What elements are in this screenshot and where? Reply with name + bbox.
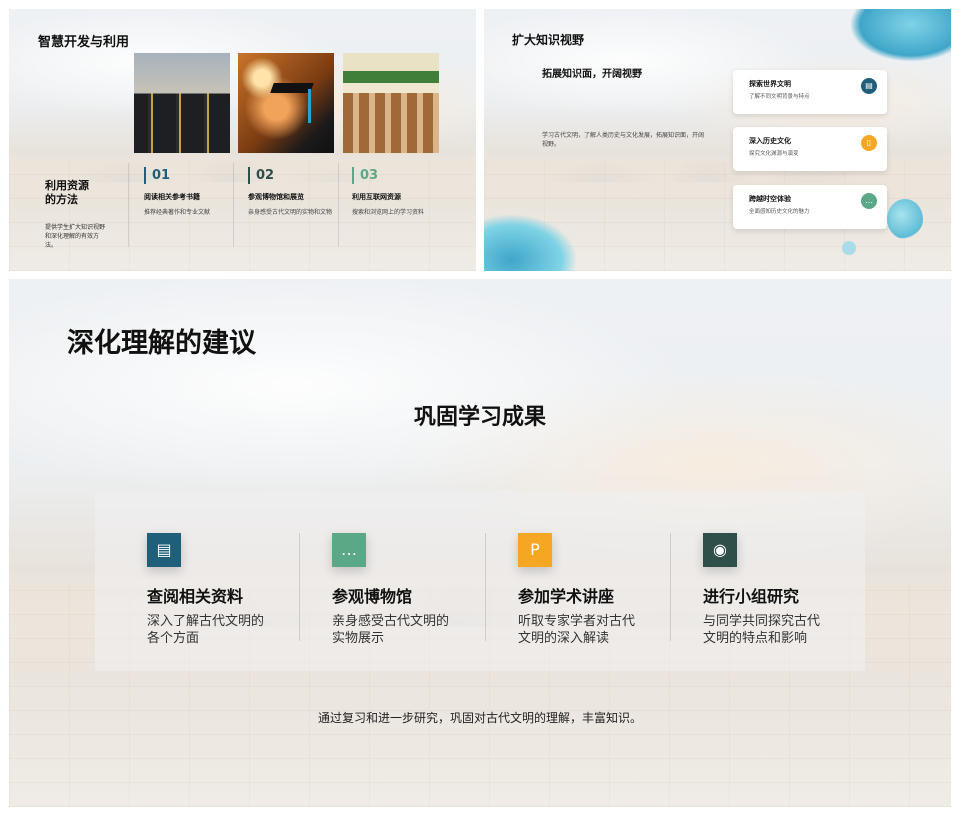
item-description: 亲身感受古代文明的实物展示 xyxy=(332,614,450,646)
column-description: 搜索和浏览网上的学习资料 xyxy=(352,209,425,216)
item-description: 与同学共同探究古代文明的特点和影响 xyxy=(703,614,821,646)
graduation-cap-photo xyxy=(238,53,334,153)
side-title: 利用资源 的方法 xyxy=(45,179,89,206)
item-heading: 参观博物馆 xyxy=(332,587,413,606)
slide-description: 学习古代文明，了解人类历史与文化发展，拓展知识面，开阔视野。 xyxy=(542,132,705,148)
item-description: 深入了解古代文明的各个方面 xyxy=(147,614,265,646)
column-number: 03 xyxy=(352,167,452,184)
chat-icon: … xyxy=(332,533,366,567)
item-attend-lecture: P 参加学术讲座 听取专家学者对古代文明的深入解读 xyxy=(518,533,668,647)
column-divider xyxy=(128,163,129,247)
card-heading: 深入历史文化 xyxy=(749,137,791,145)
briefcase-icon: ▤ xyxy=(861,78,877,94)
column-description: 推荐经典著作和专业文献 xyxy=(144,209,211,216)
slide-title: 智慧开发与利用 xyxy=(38,35,130,50)
card-heading: 探索世界文明 xyxy=(749,80,791,88)
card-description: 全面感知历史文化的魅力 xyxy=(749,209,810,215)
location-icon: ◉ xyxy=(703,533,737,567)
column-heading: 利用互联网资源 xyxy=(352,193,401,201)
slide-subtitle: 拓展知识面，开阔视野 xyxy=(542,69,642,80)
tassel-shape xyxy=(308,89,311,123)
classroom-photo xyxy=(343,53,439,153)
slide-title: 深化理解的建议 xyxy=(67,328,256,359)
blue-blob-decoration xyxy=(887,199,923,239)
item-group-research: ◉ 进行小组研究 与同学共同探究古代文明的特点和影响 xyxy=(703,533,853,647)
document-icon: P xyxy=(518,533,552,567)
method-column-2: 02 参观博物馆和展览 亲身感受古代文明的实物和文物 xyxy=(248,167,348,216)
slide-smart-development: 智慧开发与利用 利用资源 的方法 提供学生扩大知识视野和深化理解的有效方法。 0… xyxy=(9,9,476,271)
slide-expand-knowledge: 扩大知识视野 拓展知识面，开阔视野 学习古代文明，了解人类历史与文化发展，拓展知… xyxy=(484,9,951,271)
card-history-culture: 深入历史文化 探究文化渊源与演变 ▯ xyxy=(733,127,887,171)
slide-deepen-understanding: 深化理解的建议 巩固学习成果 ▤ 查阅相关资料 深入了解古代文明的各个方面 … … xyxy=(9,279,951,807)
method-column-1: 01 阅读相关参考书籍 推荐经典著作和专业文献 xyxy=(144,167,244,216)
column-description: 亲身感受古代文明的实物和文物 xyxy=(248,209,333,216)
item-divider xyxy=(670,533,671,641)
column-heading: 阅读相关参考书籍 xyxy=(144,193,200,201)
chat-icon: … xyxy=(861,193,877,209)
item-heading: 查阅相关资料 xyxy=(147,587,244,606)
document-icon: ▯ xyxy=(861,135,877,151)
graduates-photo xyxy=(134,53,230,153)
item-visit-museum: … 参观博物馆 亲身感受古代文明的实物展示 xyxy=(332,533,482,647)
blue-dot-decoration xyxy=(842,241,856,255)
slide-subtitle: 巩固学习成果 xyxy=(413,405,546,430)
card-description: 了解不同文明背景与特点 xyxy=(749,94,810,100)
item-description: 听取专家学者对古代文明的深入解读 xyxy=(518,614,636,646)
item-divider xyxy=(299,533,300,641)
item-heading: 进行小组研究 xyxy=(703,587,800,606)
side-description: 提供学生扩大知识视野和深化理解的有效方法。 xyxy=(45,224,106,249)
slide-title: 扩大知识视野 xyxy=(512,33,585,47)
card-explore-civilization: 探索世界文明 了解不同文明背景与特点 ▤ xyxy=(733,70,887,114)
column-heading: 参观博物馆和展览 xyxy=(248,193,304,201)
item-consult-materials: ▤ 查阅相关资料 深入了解古代文明的各个方面 xyxy=(147,533,297,647)
card-heading: 跨越时空体验 xyxy=(749,195,791,203)
column-number: 02 xyxy=(248,167,348,184)
item-divider xyxy=(485,533,486,641)
card-description: 探究文化渊源与演变 xyxy=(749,151,799,157)
method-column-3: 03 利用互联网资源 搜索和浏览网上的学习资料 xyxy=(352,167,452,216)
column-number: 01 xyxy=(144,167,244,184)
card-time-experience: 跨越时空体验 全面感知历史文化的魅力 … xyxy=(733,185,887,229)
briefcase-icon: ▤ xyxy=(147,533,181,567)
slide-footer-text: 通过复习和进一步研究，巩固对古代文明的理解，丰富知识。 xyxy=(317,711,642,725)
item-heading: 参加学术讲座 xyxy=(518,587,615,606)
